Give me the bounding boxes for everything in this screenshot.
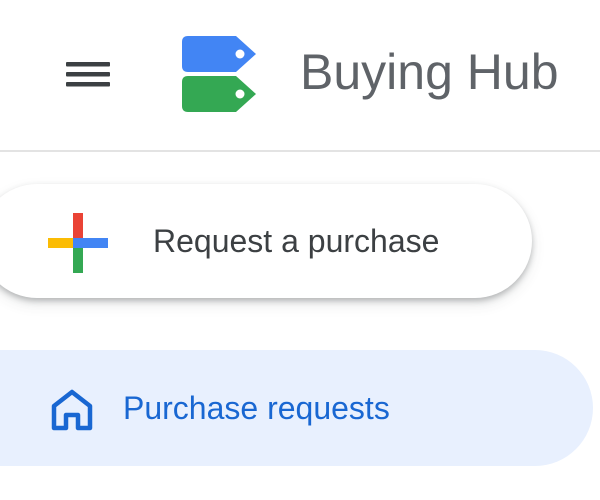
app-title: Buying Hub bbox=[300, 44, 559, 100]
multicolor-plus-icon bbox=[48, 213, 108, 273]
hamburger-menu-icon bbox=[66, 62, 110, 87]
request-purchase-label: Request a purchase bbox=[153, 223, 440, 259]
nav-item-label: Purchase requests bbox=[123, 390, 390, 426]
home-icon bbox=[51, 389, 93, 431]
request-purchase-button[interactable]: Request a purchase bbox=[0, 184, 532, 298]
main-menu-button[interactable] bbox=[56, 52, 120, 96]
app-header: Buying Hub bbox=[0, 0, 600, 152]
nav-item-purchase-requests[interactable]: Purchase requests bbox=[0, 350, 593, 466]
app-root: Buying Hub Request a purchase Purchase r… bbox=[0, 0, 600, 500]
buying-hub-logo-icon bbox=[182, 36, 256, 112]
